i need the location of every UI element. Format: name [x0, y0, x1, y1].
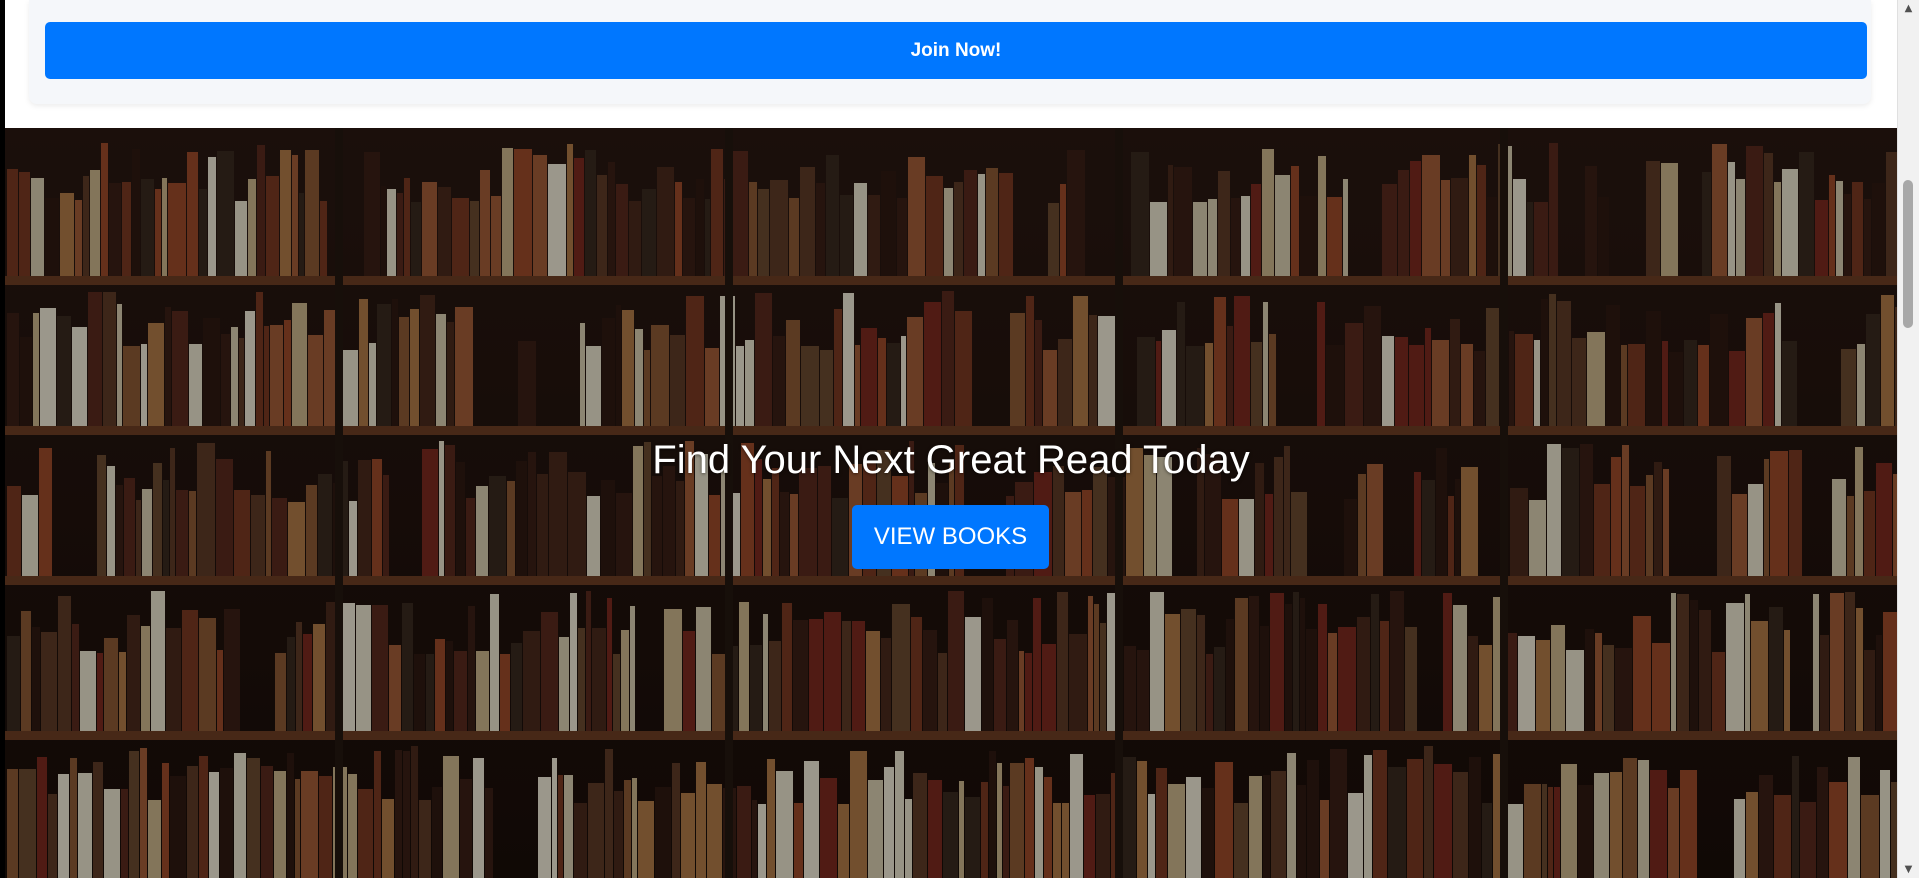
hero-section: Find Your Next Great Read Today VIEW BOO…: [5, 128, 1897, 878]
chevron-up-icon[interactable]: ▲: [1898, 0, 1919, 17]
vertical-scrollbar[interactable]: ▲ ▼: [1897, 0, 1919, 878]
signup-card: Join Now!: [29, 0, 1871, 104]
hero-title: Find Your Next Great Read Today: [652, 438, 1250, 482]
view-books-button[interactable]: VIEW BOOKS: [852, 505, 1049, 569]
join-now-button[interactable]: Join Now!: [45, 22, 1867, 79]
scrollbar-thumb[interactable]: [1903, 180, 1913, 328]
browser-viewport: Join Now! Find Your Next Great Read Toda…: [0, 0, 1919, 878]
page: Join Now! Find Your Next Great Read Toda…: [0, 0, 1897, 878]
chevron-down-icon[interactable]: ▼: [1898, 861, 1919, 878]
signup-section: Join Now!: [5, 0, 1897, 128]
hero-dark-overlay: [5, 128, 1897, 878]
